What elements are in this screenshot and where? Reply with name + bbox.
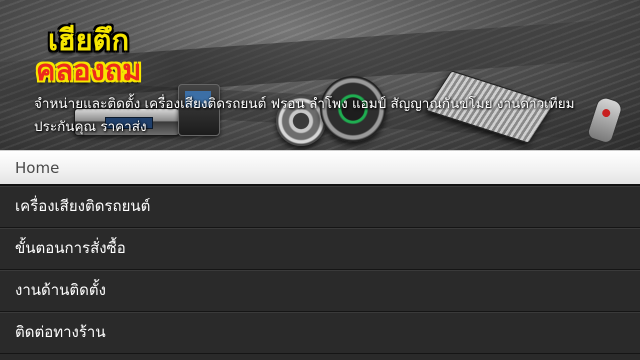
menu-item-installation[interactable]: งานด้านติดตั้ง [0,270,640,312]
menu-item-home[interactable]: Home [0,150,640,186]
site-tagline: จำหน่ายและติดตั้ง เครื่องเสียงติดรถยนต์ … [34,96,575,135]
menu-item-car-audio[interactable]: เครื่องเสียงติดรถยนต์ [0,186,640,228]
header-banner: เฮียตึก คลองถม จำหน่ายและติดตั้ง เครื่อง… [0,0,640,150]
main-menu: Home เครื่องเสียงติดรถยนต์ ขั้นตอนการสั่… [0,150,640,354]
page: เฮียตึก คลองถม จำหน่ายและติดตั้ง เครื่อง… [0,0,640,360]
logo-subtitle[interactable]: คลองถม [36,54,141,86]
menu-item-contact[interactable]: ติดต่อทางร้าน [0,312,640,354]
logo-title[interactable]: เฮียตึก [48,24,129,56]
menu-item-order-steps[interactable]: ขั้นตอนการสั่งซื้อ [0,228,640,270]
